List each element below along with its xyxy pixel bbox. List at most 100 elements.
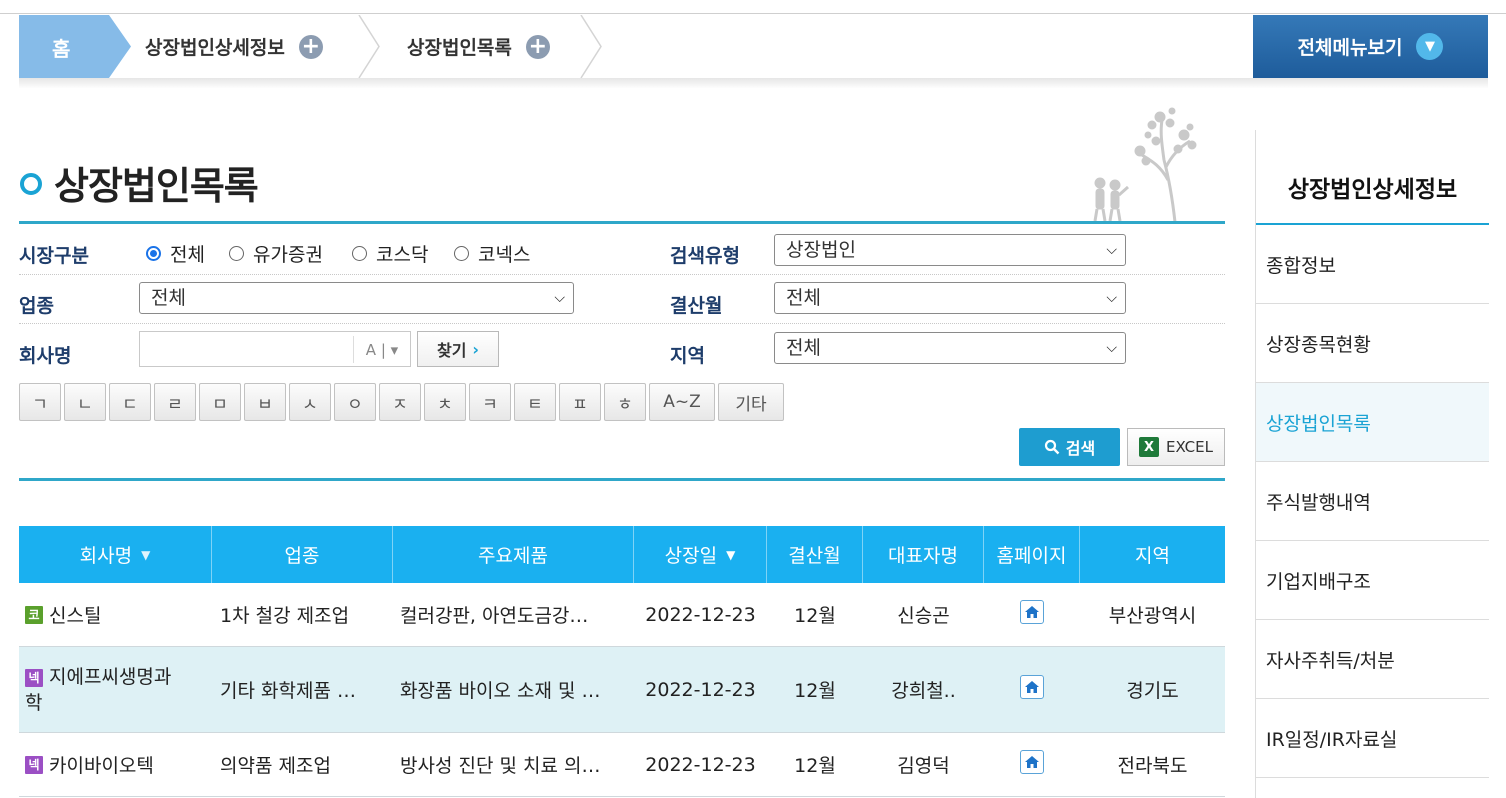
autocomplete-toggle[interactable]: A | ▾: [353, 336, 410, 363]
breadcrumb-item-label: 상장법인상세정보: [145, 37, 285, 59]
initial-label: ㅅ: [302, 394, 318, 415]
cell-ceo: 신승곤: [897, 605, 950, 627]
cell-fiscal-month: 12월: [794, 605, 836, 627]
excel-icon: X: [1139, 437, 1159, 457]
initial-button[interactable]: ㅅ: [289, 383, 331, 421]
sidebar-item-share-issuance[interactable]: 주식발행내역: [1256, 462, 1489, 541]
company-name-link-wrap[interactable]: 학: [25, 692, 42, 714]
chevron-down-icon: ⌵: [1106, 242, 1117, 258]
initial-button[interactable]: ㅈ: [379, 383, 421, 421]
homepage-icon[interactable]: [1020, 749, 1044, 774]
breadcrumb-item-label: 상장법인목록: [407, 37, 512, 59]
initial-button[interactable]: ㅋ: [469, 383, 511, 421]
cell-company[interactable]: 코 신스틸: [25, 583, 212, 646]
breadcrumb-separator-icon: [580, 15, 602, 78]
sidebar-item-listed-company-list[interactable]: 상장법인목록: [1256, 383, 1489, 462]
sort-down-icon[interactable]: ▼: [141, 548, 150, 562]
initial-button[interactable]: ㄱ: [19, 383, 61, 421]
table-header: 회사명 ▼ 업종 주요제품 상장일 ▼ 결산월 대표자명 홈페이지 지역: [19, 526, 1225, 583]
sidebar-item-governance[interactable]: 기업지배구조: [1256, 541, 1489, 620]
initial-button[interactable]: ㅌ: [514, 383, 556, 421]
initial-label: ㅋ: [482, 394, 498, 415]
initial-button[interactable]: ㅁ: [199, 383, 241, 421]
search-button[interactable]: 검색: [1019, 428, 1120, 466]
market-radio-all[interactable]: 전체: [146, 240, 205, 267]
initial-button-other[interactable]: 기타: [718, 383, 784, 421]
initial-label: 기타: [735, 394, 767, 415]
top-border-line: [0, 13, 1506, 14]
market-badge: 코: [25, 605, 43, 624]
initial-button[interactable]: ㄷ: [109, 383, 151, 421]
initial-button[interactable]: ㄴ: [64, 383, 106, 421]
initial-label: ㅎ: [617, 394, 633, 415]
initial-label: A~Z: [663, 392, 701, 412]
homepage-icon[interactable]: [1020, 674, 1044, 699]
find-button[interactable]: 찾기 ›: [417, 331, 499, 367]
company-name-link[interactable]: 카이바이오텍: [49, 751, 154, 778]
sort-down-icon[interactable]: ▼: [726, 548, 735, 562]
company-name-link[interactable]: 지에프씨생명과: [49, 666, 171, 688]
search-type-select[interactable]: 상장법인 ⌵: [774, 234, 1126, 266]
market-radio-kospi[interactable]: 유가증권: [229, 240, 323, 267]
initial-label: ㅌ: [527, 394, 543, 415]
table-row: 넥 카이바이오텍 의약품 제조업 방사성 진단 및 치료 의… 2022-12-…: [19, 733, 1225, 797]
home-arrow-shape: [19, 15, 131, 78]
plus-circle-icon[interactable]: +: [525, 34, 550, 59]
market-badge: 넥: [25, 669, 43, 687]
initial-button[interactable]: ㅂ: [244, 383, 286, 421]
header-listing-date[interactable]: 상장일 ▼: [634, 526, 767, 583]
sidebar-item-listed-stocks[interactable]: 상장종목현황: [1256, 304, 1489, 383]
header-label: 지역: [1135, 545, 1170, 567]
excel-button-label: EXCEL: [1166, 438, 1213, 456]
all-menu-label: 전체메뉴보기: [1297, 37, 1403, 59]
plus-circle-icon[interactable]: +: [298, 34, 323, 59]
cell-industry: 1차 철강 제조업: [220, 605, 350, 627]
chevron-right-icon: ›: [472, 339, 480, 359]
region-value: 전체: [786, 337, 821, 359]
cell-company[interactable]: 넥 지에프씨생명과학: [25, 647, 212, 732]
initial-button[interactable]: ㅍ: [559, 383, 601, 421]
market-radio-kosdaq[interactable]: 코스닥: [352, 240, 428, 267]
excel-download-button[interactable]: X EXCEL: [1127, 428, 1225, 466]
radio-label: 전체: [170, 244, 205, 266]
initial-button[interactable]: ㅊ: [424, 383, 466, 421]
breadcrumb-item-listed-company-list[interactable]: 상장법인목록 +: [407, 15, 550, 78]
sidebar-item-treasury-stock[interactable]: 자사주취득/처분: [1256, 620, 1489, 699]
cell-product: 방사성 진단 및 치료 의…: [400, 755, 601, 777]
header-label: 대표자명: [888, 545, 958, 567]
sidebar: 상장법인상세정보 종합정보 상장종목현황 상장법인목록 주식발행내역 기업지배구…: [1255, 130, 1489, 798]
breadcrumb-item-listed-company-info[interactable]: 상장법인상세정보 +: [145, 15, 323, 78]
radio-unchecked-icon[interactable]: [454, 246, 469, 261]
cell-homepage: [984, 583, 1080, 646]
initial-label: ㄷ: [122, 394, 138, 415]
radio-unchecked-icon[interactable]: [229, 246, 244, 261]
header-fiscal-month: 결산월: [767, 526, 863, 583]
breadcrumb-home[interactable]: 홈: [19, 15, 131, 78]
header-label: 업종: [284, 545, 320, 567]
company-name-input[interactable]: A | ▾: [139, 331, 411, 367]
breadcrumb-shadow: [19, 78, 1488, 88]
homepage-icon[interactable]: [1020, 599, 1044, 624]
industry-select[interactable]: 전체 ⌵: [139, 282, 574, 314]
cell-homepage: [984, 733, 1080, 796]
page-title: 상장법인목록: [54, 164, 259, 208]
initial-button[interactable]: ㅎ: [604, 383, 646, 421]
market-radio-konex[interactable]: 코넥스: [454, 240, 530, 267]
initial-button[interactable]: ㄹ: [154, 383, 196, 421]
radio-unchecked-icon[interactable]: [352, 246, 367, 261]
header-company-name[interactable]: 회사명 ▼: [19, 526, 212, 583]
fiscal-month-label: 결산월: [670, 295, 723, 317]
radio-checked-icon[interactable]: [146, 246, 161, 261]
initial-button-az[interactable]: A~Z: [649, 383, 715, 421]
search-type-label: 검색유형: [670, 245, 740, 267]
initial-button[interactable]: ㅇ: [334, 383, 376, 421]
cell-company[interactable]: 넥 카이바이오텍: [25, 733, 212, 796]
initial-label: ㄴ: [77, 394, 93, 415]
tree-illustration-icon: [1080, 107, 1200, 223]
region-select[interactable]: 전체 ⌵: [774, 332, 1126, 364]
all-menu-button[interactable]: 전체메뉴보기 ▼: [1253, 15, 1488, 78]
sidebar-item-ir-schedule[interactable]: IR일정/IR자료실: [1256, 699, 1489, 778]
sidebar-item-overview[interactable]: 종합정보: [1256, 225, 1489, 304]
fiscal-month-select[interactable]: 전체 ⌵: [774, 282, 1126, 314]
company-name-link[interactable]: 신스틸: [49, 601, 101, 628]
